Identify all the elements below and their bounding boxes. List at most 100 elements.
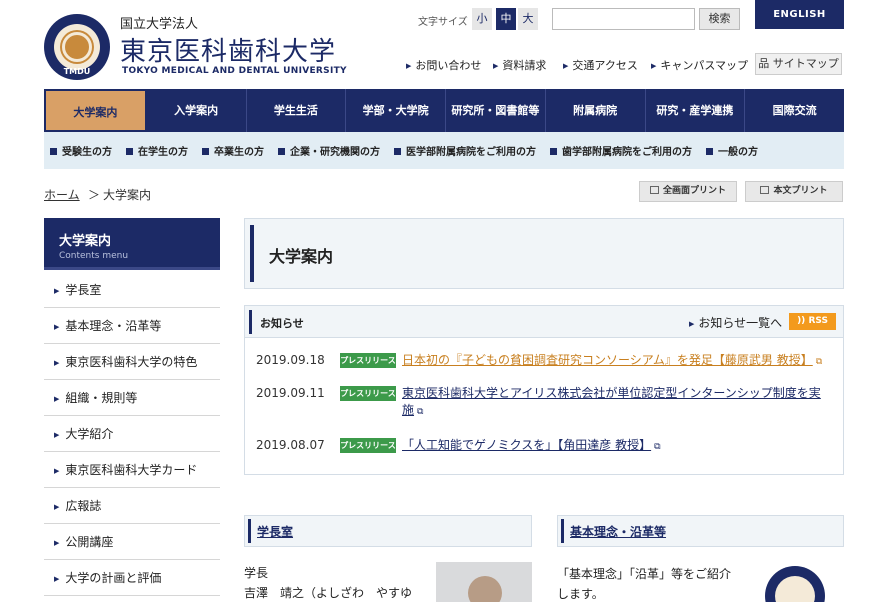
news-link[interactable]: 東京医科歯科大学とアイリス株式会社が単位認定型インターンシップ制度を実施 ⧉	[402, 385, 830, 421]
english-button[interactable]: ENGLISH	[755, 0, 844, 29]
contact-link[interactable]: ▶ お問い合わせ	[406, 57, 481, 73]
audience-dental-hospital[interactable]: 歯学部附属病院をご利用の方	[550, 143, 692, 158]
external-link-icon: ⧉	[815, 357, 823, 367]
square-icon	[550, 148, 557, 155]
audience-students[interactable]: 在学生の方	[126, 143, 188, 158]
triangle-icon: ▶	[406, 62, 412, 70]
search-input[interactable]	[552, 8, 695, 30]
font-size-medium-button[interactable]: 中	[496, 8, 516, 30]
president-name: 吉澤 靖之（よしざわ やすゆ	[244, 586, 413, 600]
side-item-president-office[interactable]: ▶ 学長室	[44, 272, 220, 308]
gnav-institutes[interactable]: 研究所・図書館等	[446, 89, 546, 132]
triangle-icon: ▶	[54, 539, 60, 547]
triangle-icon: ▶	[689, 320, 695, 328]
gnav-admissions[interactable]: 入学案内	[147, 89, 247, 132]
triangle-icon: ▶	[563, 62, 569, 70]
document-icon	[760, 186, 770, 194]
side-item-plans[interactable]: ▶ 大学の計画と評価	[44, 560, 220, 596]
university-name-en: TOKYO MEDICAL AND DENTAL UNIVERSITY	[122, 66, 347, 76]
triangle-icon: ▶	[493, 62, 499, 70]
side-menu-title: 大学案内	[59, 234, 112, 249]
triangle-icon: ▶	[54, 323, 60, 331]
president-role: 学長	[244, 566, 269, 580]
news-link[interactable]: 「人工知能でゲノミクスを」【角田達彦 教授】 ⧉	[402, 437, 830, 456]
logo-ring	[54, 24, 100, 70]
printer-icon	[649, 186, 659, 194]
sitemap-button[interactable]: 品 サイトマップ	[755, 53, 842, 75]
breadcrumb-home[interactable]: ホーム	[44, 186, 80, 203]
president-office-link[interactable]: 学長室	[257, 523, 293, 540]
university-emblem	[765, 566, 825, 602]
triangle-icon: ▶	[54, 395, 60, 403]
gnav-about[interactable]: 大学案内	[44, 89, 147, 132]
audience-nav: 受験生の方 在学生の方 卒業生の方 企業・研究機関の方 医学部附属病院をご利用の…	[44, 132, 844, 169]
news-badge: プレスリリース	[340, 353, 396, 368]
font-size-large-button[interactable]: 大	[518, 8, 538, 30]
search-button[interactable]: 検索	[699, 8, 740, 30]
breadcrumb-separator: ＞	[88, 188, 101, 202]
request-materials-link[interactable]: ▶ 資料請求	[493, 57, 546, 73]
university-name[interactable]: 東京医科歯科大学	[120, 31, 336, 68]
triangle-icon: ▶	[651, 62, 657, 70]
side-item-pr-magazine[interactable]: ▶ 広報誌	[44, 488, 220, 524]
square-icon	[278, 148, 285, 155]
news-date: 2019.09.11	[256, 386, 325, 400]
square-icon	[202, 148, 209, 155]
accent-bar	[561, 519, 564, 543]
side-item-introduction[interactable]: ▶ 大学紹介	[44, 416, 220, 452]
philosophy-link[interactable]: 基本理念・沿革等	[570, 523, 666, 540]
university-corp-label: 国立大学法人	[120, 17, 199, 32]
gnav-international[interactable]: 国際交流	[745, 89, 844, 132]
triangle-icon: ▶	[54, 359, 60, 367]
president-card-header: 学長室	[244, 515, 532, 547]
logo-abbr: TMDU	[63, 67, 91, 76]
triangle-icon: ▶	[54, 431, 60, 439]
sitemap-icon: 品	[758, 57, 770, 70]
philosophy-text: 「基本理念」「沿革」等をご紹介します。	[557, 567, 732, 601]
president-photo	[436, 562, 532, 602]
side-item-philosophy[interactable]: ▶ 基本理念・沿革等	[44, 308, 220, 344]
philosophy-card-header: 基本理念・沿革等	[557, 515, 844, 547]
print-body-button[interactable]: 本文プリント	[745, 181, 843, 202]
audience-general[interactable]: 一般の方	[706, 143, 758, 158]
accent-bar	[249, 310, 252, 334]
gnav-research[interactable]: 研究・産学連携	[646, 89, 746, 132]
campus-map-link[interactable]: ▶ キャンパスマップ	[651, 57, 748, 73]
audience-medical-hospital[interactable]: 医学部附属病院をご利用の方	[394, 143, 536, 158]
news-badge: プレスリリース	[340, 386, 396, 401]
side-menu-subtitle: Contents menu	[59, 251, 129, 261]
side-item-organization[interactable]: ▶ 組織・規則等	[44, 380, 220, 416]
font-size-small-button[interactable]: 小	[472, 8, 492, 30]
external-link-icon: ⧉	[417, 407, 424, 417]
portrait-silhouette	[468, 576, 502, 602]
news-badge: プレスリリース	[340, 438, 396, 453]
breadcrumb-current: 大学案内	[103, 188, 152, 202]
triangle-icon: ▶	[54, 503, 60, 511]
external-link-icon: ⧉	[654, 442, 661, 452]
font-size-label: 文字サイズ	[418, 17, 468, 28]
side-menu: ▶ 学長室 ▶ 基本理念・沿革等 ▶ 東京医科歯科大学の特色 ▶ 組織・規則等 ▶ 大学紹…	[44, 272, 220, 596]
side-menu-header[interactable]: 大学案内 Contents menu	[44, 218, 220, 270]
gnav-student-life[interactable]: 学生生活	[247, 89, 347, 132]
news-link[interactable]: 日本初の『子どもの貧困調査研究コンソーシアム』を発足【藤原武男 教授】 ⧉	[402, 352, 830, 371]
print-full-button[interactable]: 全画面プリント	[639, 181, 737, 202]
side-item-card[interactable]: ▶ 東京医科歯科大学カード	[44, 452, 220, 488]
gnav-hospitals[interactable]: 附属病院	[546, 89, 646, 132]
global-nav: 大学案内 入学案内 学生生活 学部・大学院 研究所・図書館等 附属病院 研究・産…	[44, 89, 844, 132]
triangle-icon: ▶	[54, 467, 60, 475]
square-icon	[126, 148, 133, 155]
news-title: お知らせ	[260, 317, 304, 330]
rss-button[interactable]: )) RSS	[789, 313, 836, 330]
audience-companies[interactable]: 企業・研究機関の方	[278, 143, 380, 158]
audience-applicants[interactable]: 受験生の方	[50, 143, 112, 158]
gnav-faculties[interactable]: 学部・大学院	[346, 89, 446, 132]
news-list-link[interactable]: ▶ お知らせ一覧へ	[689, 314, 782, 331]
logo-flower-icon	[62, 32, 92, 62]
rss-icon: ))	[797, 316, 806, 326]
side-item-lectures[interactable]: ▶ 公開講座	[44, 524, 220, 560]
news-date: 2019.08.07	[256, 438, 325, 452]
news-header: お知らせ ▶ お知らせ一覧へ )) RSS	[245, 306, 843, 338]
access-link[interactable]: ▶ 交通アクセス	[563, 57, 638, 73]
side-item-features[interactable]: ▶ 東京医科歯科大学の特色	[44, 344, 220, 380]
audience-alumni[interactable]: 卒業生の方	[202, 143, 264, 158]
